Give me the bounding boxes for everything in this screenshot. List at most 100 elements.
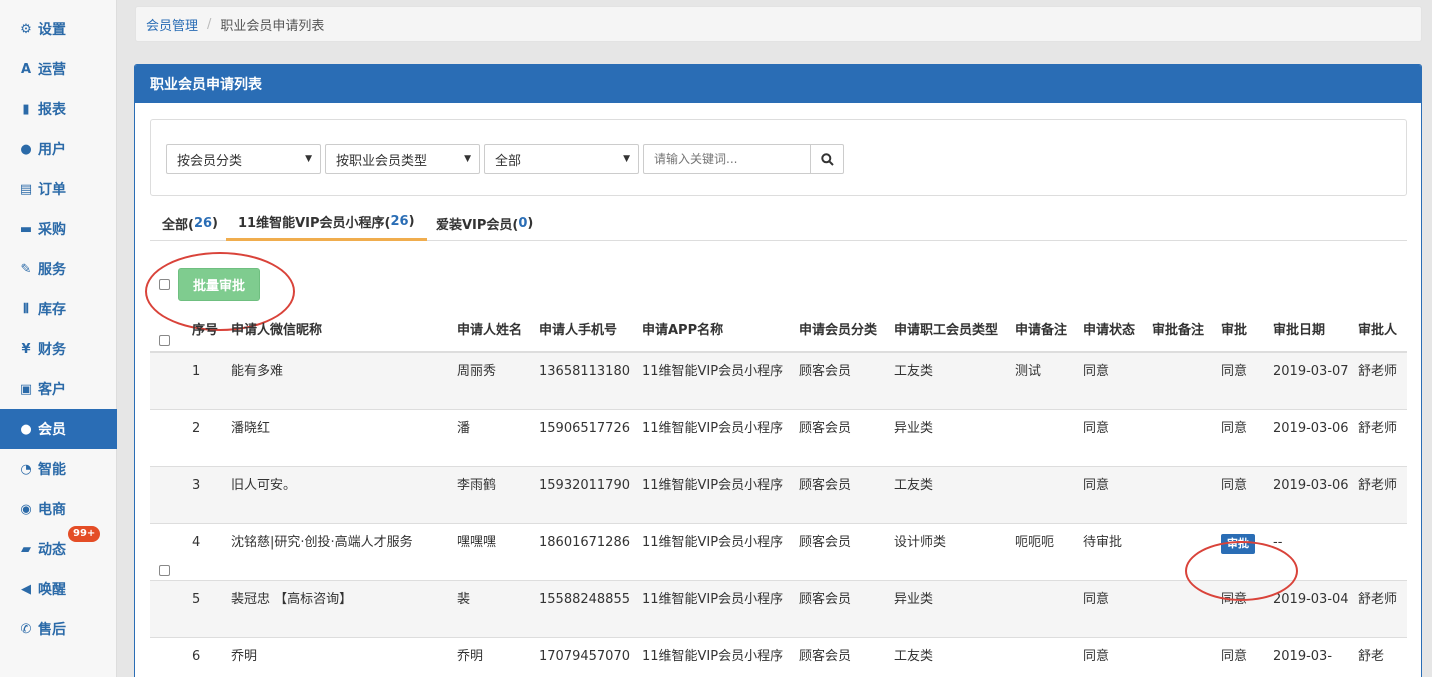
- career-type-select[interactable]: 按职业会员类型 ▼: [325, 144, 480, 174]
- member-category-select[interactable]: 按会员分类 ▼: [166, 144, 321, 174]
- cell-type: 工友类: [890, 351, 1011, 409]
- panel-title: 职业会员申请列表: [135, 65, 1421, 103]
- sidebar-item[interactable]: ▤ 订单: [0, 169, 117, 209]
- cell-text: 裴冠忠 【高标咨询】: [231, 591, 353, 607]
- yen-icon: ¥: [21, 341, 31, 357]
- cell-approve: 同意: [1217, 636, 1269, 677]
- cell-name: 周丽秀: [453, 351, 535, 409]
- cell-approve: 同意: [1217, 351, 1269, 409]
- status-select[interactable]: 全部 ▼: [484, 144, 639, 174]
- sidebar-item[interactable]: ⚙ 设置: [0, 9, 117, 49]
- sidebar-item-label: 会员: [38, 422, 66, 438]
- cell-seq: 1: [150, 351, 227, 409]
- column-header: 审批备注: [1148, 315, 1217, 353]
- tab-aizhuang-vip[interactable]: 爱装VIP会员(0): [436, 205, 533, 241]
- cell-text: 舒老师: [1358, 420, 1398, 436]
- font-icon: A: [20, 61, 32, 77]
- cell-text: 嘿嘿嘿: [457, 534, 497, 550]
- sidebar-item[interactable]: ▬ 采购: [0, 209, 117, 249]
- cell-text: 李雨鹤: [457, 477, 497, 493]
- cell-text: 呃呃呃: [1015, 534, 1055, 550]
- cell-text: 11维智能VIP会员小程序: [642, 420, 784, 436]
- tab-11d-vip-miniprogram[interactable]: 11维智能VIP会员小程序(26): [226, 205, 427, 241]
- breadcrumb-link-member-management[interactable]: 会员管理: [146, 15, 198, 34]
- tab-count: 0: [518, 215, 528, 231]
- dashboard-icon: ◔: [20, 461, 32, 477]
- cell-text: 同意: [1083, 477, 1110, 493]
- select-all-checkbox[interactable]: [159, 335, 170, 346]
- sidebar-item-label: 采购: [38, 222, 66, 238]
- sidebar-item[interactable]: ◉ 电商: [0, 489, 117, 529]
- cell-phone: 17079457070: [535, 636, 638, 677]
- cell-text: 17079457070: [539, 648, 630, 664]
- cell-phone: 15932011790: [535, 465, 638, 523]
- sidebar-item-label: 唤醒: [38, 582, 66, 598]
- user-icon: ●: [20, 421, 32, 437]
- column-header: 申请APP名称: [638, 315, 795, 353]
- sidebar-item[interactable]: ¥ 财务: [0, 329, 117, 369]
- tab-label-close: ): [212, 215, 218, 231]
- cell-name: 嘿嘿嘿: [453, 522, 535, 580]
- table-header-row: 序号 申请人微信昵称 申请人姓名 申请人手机号 申请APP名称 申请会员分类 申请职工会员类…: [150, 315, 1407, 353]
- cell-text: 沈铭慈|研究·创投·高端人才服务: [231, 534, 413, 550]
- sidebar-item[interactable]: ▣ 客户: [0, 369, 117, 409]
- search-input[interactable]: [643, 144, 811, 174]
- cell-text: 15932011790: [539, 477, 630, 493]
- cell-date: 2019-03-06: [1269, 408, 1354, 466]
- sidebar-item[interactable]: A 运营: [0, 49, 117, 89]
- app-tabs: 全部(26) 11维智能VIP会员小程序(26) 爱装VIP会员(0): [150, 205, 1407, 241]
- row-select-checkbox[interactable]: [159, 565, 170, 576]
- sidebar-item[interactable]: ▰ 动态 99+: [0, 526, 117, 569]
- globe-icon: ◉: [20, 501, 32, 517]
- sidebar-item[interactable]: ◀ 唤醒: [0, 569, 117, 609]
- cell-phone: 15588248855: [535, 579, 638, 637]
- sidebar-item[interactable]: ◔ 智能: [0, 449, 117, 489]
- cell-nick: 沈铭慈|研究·创投·高端人才服务: [227, 522, 453, 580]
- applications-table: 序号 申请人微信昵称 申请人姓名 申请人手机号 申请APP名称 申请会员分类 申请职工会员类…: [150, 315, 1407, 677]
- cell-text: 工友类: [894, 648, 934, 664]
- cell-type: 异业类: [890, 408, 1011, 466]
- sidebar-item[interactable]: ✎ 服务: [0, 249, 117, 289]
- cell-nick: 能有多难: [227, 351, 453, 409]
- sidebar-item[interactable]: ✆ 售后: [0, 609, 117, 649]
- breadcrumb-separator: /: [207, 16, 212, 32]
- cell-text: 15588248855: [539, 591, 630, 607]
- cell-text: 能有多难: [231, 364, 284, 379]
- cell-text: 潘晓红: [231, 420, 271, 436]
- cell-remark: 呃呃呃: [1011, 522, 1079, 580]
- sidebar-item[interactable]: ⦀ 库存: [0, 289, 117, 329]
- cell-text: 乔明: [231, 648, 258, 664]
- cell-text: 周丽秀: [457, 364, 497, 379]
- cell-text: 11维智能VIP会员小程序: [642, 364, 784, 379]
- search-button[interactable]: [810, 144, 844, 174]
- sidebar-item[interactable]: ● 用户: [0, 129, 117, 169]
- cell-remark: [1011, 636, 1079, 677]
- cell-text: 工友类: [894, 477, 934, 493]
- cell-nick: 裴冠忠 【高标咨询】: [227, 579, 453, 637]
- column-header: 申请人微信昵称: [227, 315, 453, 353]
- cell-status: 待审批: [1079, 522, 1148, 580]
- cell-app: 11维智能VIP会员小程序: [638, 636, 795, 677]
- sidebar-item[interactable]: ▮ 报表: [0, 89, 117, 129]
- cell-text: 同意: [1083, 648, 1110, 664]
- cell-approver: 舒老师: [1354, 465, 1407, 523]
- column-header: 审批日期: [1269, 315, 1354, 353]
- phone-icon: ✆: [20, 621, 32, 637]
- cell-app: 11维智能VIP会员小程序: [638, 351, 795, 409]
- cell-phone: 18601671286: [535, 522, 638, 580]
- annotation-circle-approve: [1185, 541, 1298, 601]
- cell-remark: [1011, 465, 1079, 523]
- sidebar-item[interactable]: ● 会员: [0, 409, 117, 449]
- tab-all[interactable]: 全部(26): [162, 205, 218, 241]
- cell-nick: 乔明: [227, 636, 453, 677]
- cell-text: 11维智能VIP会员小程序: [642, 477, 784, 493]
- sidebar-item-label: 财务: [38, 342, 66, 358]
- sidebar-item-label: 用户: [38, 142, 66, 158]
- cell-text: 3: [192, 477, 201, 493]
- bar-chart-icon: ▮: [22, 101, 30, 117]
- cell-cat: 顾客会员: [795, 636, 890, 677]
- tab-label: 11维智能VIP会员小程序(: [238, 216, 391, 231]
- cell-text: 同意: [1221, 648, 1248, 664]
- cell-status: 同意: [1079, 636, 1148, 677]
- cell-text: 异业类: [894, 420, 934, 436]
